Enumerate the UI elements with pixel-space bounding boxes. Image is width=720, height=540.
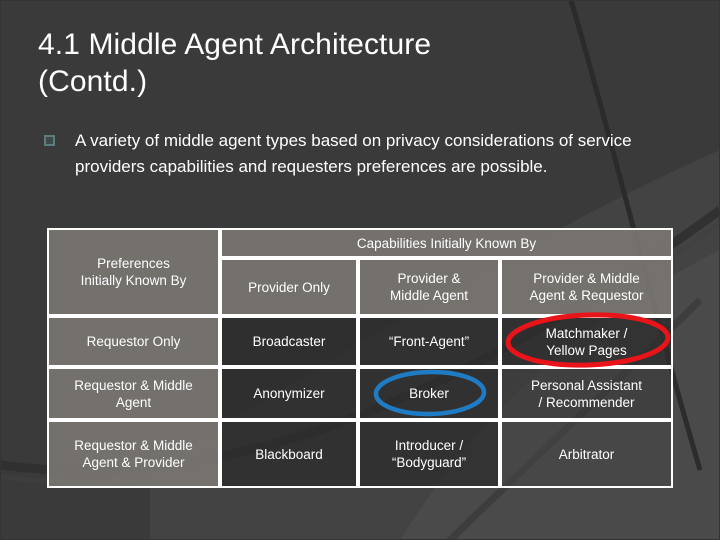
- cell-broker: Broker: [358, 367, 500, 420]
- corner-header-line1: Preferences: [97, 256, 170, 271]
- table-row: Requestor & Middle Agent Anonymizer Brok…: [47, 367, 674, 420]
- cell-arbitrator: Arbitrator: [500, 420, 674, 488]
- row-header-line1: Requestor & Middle: [74, 438, 193, 453]
- slide-title: 4.1 Middle Agent Architecture (Contd.): [38, 28, 432, 98]
- group-header-cell: Capabilities Initially Known By: [220, 228, 674, 258]
- cell-line1: Personal Assistant: [530, 377, 643, 393]
- row-header-requestor-middle-agent: Requestor & Middle Agent: [47, 367, 220, 420]
- column-header-line2: Agent & Requestor: [529, 288, 644, 303]
- row-header-line1: Requestor & Middle: [74, 377, 193, 393]
- corner-header-cell: Preferences Initially Known By: [47, 228, 220, 316]
- bullet-text: A variety of middle agent types based on…: [75, 131, 632, 176]
- cell-line2: / Recommender: [538, 394, 635, 410]
- cell-line1: Arbitrator: [558, 446, 615, 462]
- middle-agent-matrix-table: Preferences Initially Known By Capabilit…: [47, 228, 674, 488]
- column-header-provider-only: Provider Only: [220, 258, 358, 316]
- cell-line2: Yellow Pages: [546, 342, 627, 358]
- cell-introducer-bodyguard: Introducer / “Bodyguard”: [358, 420, 500, 488]
- cell-line1: Broadcaster: [252, 334, 326, 349]
- cell-front-agent: “Front-Agent”: [358, 316, 500, 367]
- corner-header-line2: Initially Known By: [80, 273, 187, 288]
- column-header-line1: Provider &: [397, 271, 461, 286]
- cell-line1: Anonymizer: [253, 386, 325, 401]
- row-header-requestor-middle-agent-provider: Requestor & Middle Agent & Provider: [47, 420, 220, 488]
- hollow-square-bullet-icon: [44, 135, 55, 146]
- cell-blackboard: Blackboard: [220, 420, 358, 488]
- table-row: Requestor Only Broadcaster “Front-Agent”…: [47, 316, 674, 367]
- column-header-provider-middle-agent-requestor: Provider & Middle Agent & Requestor: [500, 258, 674, 316]
- cell-line1: Broker: [409, 386, 449, 401]
- column-header-line2: Middle Agent: [389, 288, 469, 303]
- cell-line1: Matchmaker /: [545, 325, 628, 341]
- table-header-row-1: Preferences Initially Known By Capabilit…: [47, 228, 674, 316]
- cell-personal-assistant-recommender: Personal Assistant / Recommender: [500, 367, 674, 420]
- column-header-line1: Provider Only: [248, 279, 330, 295]
- cell-line2: “Bodyguard”: [391, 455, 467, 470]
- cell-line1: Blackboard: [255, 446, 323, 462]
- row-header-line2: Agent: [115, 394, 152, 410]
- bullet-item: A variety of middle agent types based on…: [44, 128, 704, 180]
- row-header-line2: Agent & Provider: [82, 455, 185, 470]
- row-header-line1: Requestor Only: [86, 334, 181, 349]
- cell-anonymizer: Anonymizer: [220, 367, 358, 420]
- table-row: Requestor & Middle Agent & Provider Blac…: [47, 420, 674, 488]
- cell-line1: “Front-Agent”: [388, 334, 470, 349]
- column-header-line1: Provider & Middle: [533, 271, 640, 286]
- column-header-provider-middle-agent: Provider & Middle Agent: [358, 258, 500, 316]
- cell-matchmaker-yellow-pages: Matchmaker / Yellow Pages: [500, 316, 674, 367]
- cell-broadcaster: Broadcaster: [220, 316, 358, 367]
- slide-canvas: 4.1 Middle Agent Architecture (Contd.) A…: [0, 0, 720, 540]
- cell-line1: Introducer /: [394, 438, 464, 453]
- row-header-requestor-only: Requestor Only: [47, 316, 220, 367]
